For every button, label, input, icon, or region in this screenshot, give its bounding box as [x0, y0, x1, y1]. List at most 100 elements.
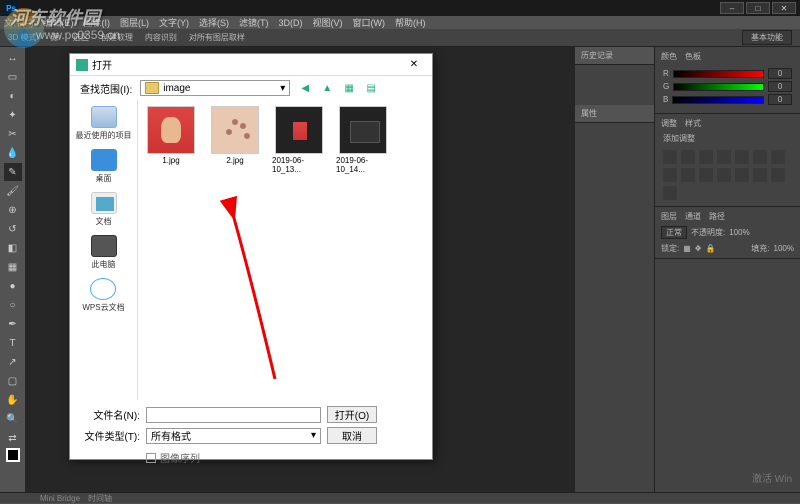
- sidebar-this-pc[interactable]: 此电脑: [91, 235, 117, 270]
- type-tool[interactable]: T: [4, 334, 22, 352]
- style-tab[interactable]: 样式: [685, 118, 701, 129]
- b-value[interactable]: 0: [768, 94, 792, 105]
- adj-photo-filter-icon[interactable]: [663, 168, 677, 182]
- adj-vibrance-icon[interactable]: [735, 150, 749, 164]
- color-tab[interactable]: 颜色: [661, 51, 677, 62]
- dialog-close-button[interactable]: ✕: [402, 59, 426, 70]
- opt-all-layers[interactable]: 对所有图层取样: [189, 32, 245, 43]
- open-button[interactable]: 打开(O): [327, 406, 377, 423]
- healing-tool[interactable]: ✎: [4, 163, 22, 181]
- blend-mode-dropdown[interactable]: 正常: [661, 226, 687, 239]
- cancel-button[interactable]: 取消: [327, 427, 377, 444]
- r-value[interactable]: 0: [768, 68, 792, 79]
- pen-tool[interactable]: ✒: [4, 315, 22, 333]
- minimize-button[interactable]: –: [720, 2, 744, 14]
- path-tool[interactable]: ↗: [4, 353, 22, 371]
- b-label: B: [663, 95, 668, 104]
- file-item[interactable]: 2019-06-10_13...: [272, 106, 326, 174]
- opacity-value[interactable]: 100%: [729, 228, 749, 237]
- adj-curves-icon[interactable]: [699, 150, 713, 164]
- g-label: G: [663, 82, 669, 91]
- blur-tool[interactable]: ●: [4, 277, 22, 295]
- history-panel-tab[interactable]: 历史记录: [575, 47, 654, 65]
- history-brush-tool[interactable]: ↺: [4, 220, 22, 238]
- menu-select[interactable]: 选择(S): [199, 16, 229, 29]
- adjust-tab[interactable]: 调整: [661, 118, 677, 129]
- adj-lookup-icon[interactable]: [699, 168, 713, 182]
- gradient-tool[interactable]: ▦: [4, 258, 22, 276]
- filename-input[interactable]: [146, 407, 321, 423]
- file-list: 1.jpg 2.jpg 2019-06-10_13... 2019-06-10_…: [138, 100, 432, 400]
- back-icon[interactable]: ◀: [298, 81, 312, 95]
- eraser-tool[interactable]: ◧: [4, 239, 22, 257]
- lock-position-icon[interactable]: ✥: [695, 244, 702, 253]
- channels-tab[interactable]: 通道: [685, 211, 701, 222]
- up-icon[interactable]: ▲: [320, 81, 334, 95]
- stamp-tool[interactable]: ⊕: [4, 201, 22, 219]
- adj-mixer-icon[interactable]: [681, 168, 695, 182]
- adj-hue-icon[interactable]: [753, 150, 767, 164]
- shape-tool[interactable]: ▢: [4, 372, 22, 390]
- view-menu-icon[interactable]: ▤: [364, 81, 378, 95]
- properties-panel-tab[interactable]: 属性: [575, 105, 654, 123]
- new-folder-icon[interactable]: ▦: [342, 81, 356, 95]
- adj-threshold-icon[interactable]: [753, 168, 767, 182]
- layers-tab[interactable]: 图层: [661, 211, 677, 222]
- b-slider[interactable]: [672, 96, 764, 104]
- opacity-label: 不透明度:: [691, 227, 725, 238]
- move-tool[interactable]: ↔: [4, 49, 22, 67]
- lock-all-icon[interactable]: 🔒: [706, 244, 716, 253]
- brush-tool[interactable]: 🖌: [4, 182, 22, 200]
- image-sequence-checkbox[interactable]: [146, 453, 156, 463]
- lasso-tool[interactable]: ◐: [4, 87, 22, 105]
- file-item[interactable]: 1.jpg: [144, 106, 198, 165]
- file-item[interactable]: 2.jpg: [208, 106, 262, 165]
- adj-selective-icon[interactable]: [663, 186, 677, 200]
- close-button[interactable]: ✕: [772, 2, 796, 14]
- adj-brightness-icon[interactable]: [663, 150, 677, 164]
- workspace-switcher[interactable]: 基本功能: [742, 30, 792, 45]
- swap-colors-icon[interactable]: ⇄: [4, 429, 22, 447]
- minibridge-tab[interactable]: Mini Bridge: [40, 494, 80, 503]
- menu-window[interactable]: 窗口(W): [353, 16, 386, 29]
- menu-view[interactable]: 视图(V): [313, 16, 343, 29]
- adj-invert-icon[interactable]: [717, 168, 731, 182]
- timeline-tab[interactable]: 时间轴: [88, 493, 112, 504]
- marquee-tool[interactable]: ▭: [4, 68, 22, 86]
- folder-icon: [145, 82, 159, 94]
- crop-tool[interactable]: ✂: [4, 125, 22, 143]
- adj-exposure-icon[interactable]: [717, 150, 731, 164]
- fgbg-colors[interactable]: [6, 448, 20, 462]
- adj-gradient-map-icon[interactable]: [771, 168, 785, 182]
- filetype-dropdown[interactable]: 所有格式▾: [146, 428, 321, 444]
- lock-pixels-icon[interactable]: ▦: [683, 244, 691, 253]
- hand-tool[interactable]: ✋: [4, 391, 22, 409]
- g-value[interactable]: 0: [768, 81, 792, 92]
- menu-layer[interactable]: 图层(L): [120, 16, 149, 29]
- fill-value[interactable]: 100%: [774, 244, 794, 253]
- sidebar-documents[interactable]: 文档: [91, 192, 117, 227]
- opt-content-aware[interactable]: 内容识别: [145, 32, 177, 43]
- menu-filter[interactable]: 滤镜(T): [239, 16, 269, 29]
- dodge-tool[interactable]: ○: [4, 296, 22, 314]
- eyedropper-tool[interactable]: 💧: [4, 144, 22, 162]
- adj-levels-icon[interactable]: [681, 150, 695, 164]
- wand-tool[interactable]: ✦: [4, 106, 22, 124]
- file-item[interactable]: 2019-06-10_14...: [336, 106, 390, 174]
- sidebar-desktop[interactable]: 桌面: [91, 149, 117, 184]
- g-slider[interactable]: [673, 83, 764, 91]
- sidebar-wps-cloud[interactable]: WPS云文档: [82, 278, 124, 313]
- paths-tab[interactable]: 路径: [709, 211, 725, 222]
- menu-3d[interactable]: 3D(D): [279, 18, 303, 28]
- adj-bw-icon[interactable]: [771, 150, 785, 164]
- look-in-dropdown[interactable]: image ▾: [140, 80, 290, 96]
- adj-poster-icon[interactable]: [735, 168, 749, 182]
- zoom-tool[interactable]: 🔍: [4, 410, 22, 428]
- r-slider[interactable]: [673, 70, 764, 78]
- menu-type[interactable]: 文字(Y): [159, 16, 189, 29]
- menu-help[interactable]: 帮助(H): [395, 16, 426, 29]
- sidebar-recent[interactable]: 最近使用的项目: [76, 106, 132, 141]
- swatch-tab[interactable]: 色板: [685, 51, 701, 62]
- dialog-title: 打开: [92, 57, 112, 72]
- maximize-button[interactable]: □: [746, 2, 770, 14]
